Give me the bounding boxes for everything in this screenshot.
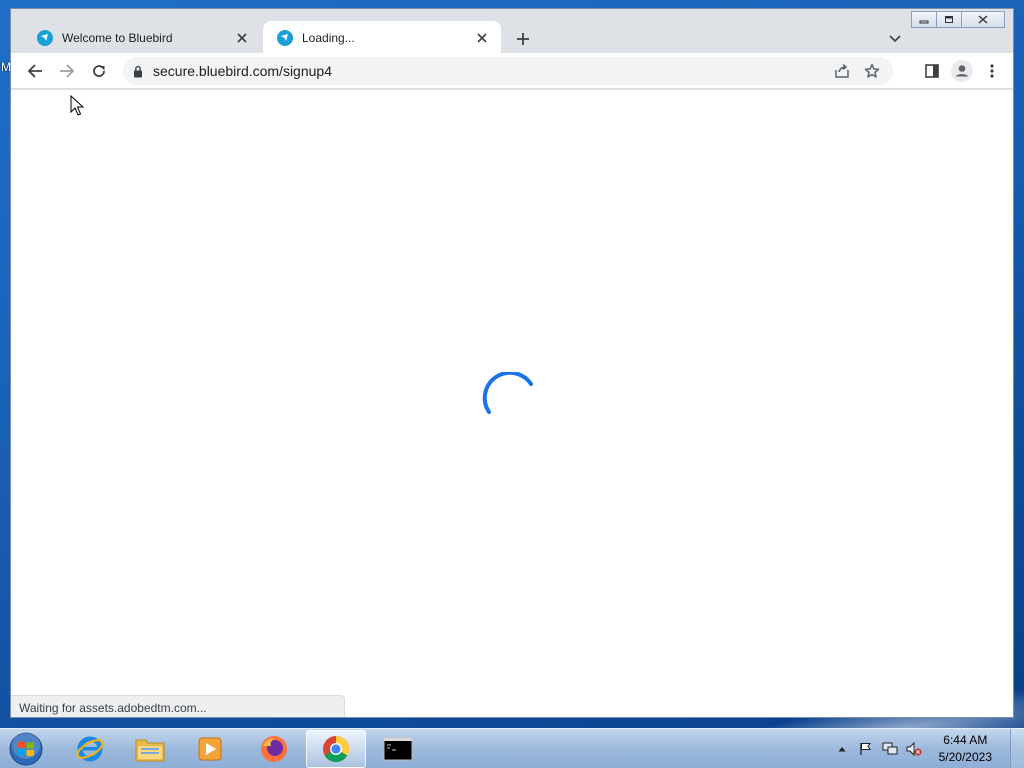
show-hidden-icons-button[interactable]: [833, 740, 851, 758]
command-prompt-icon: [383, 737, 413, 761]
menu-button[interactable]: [977, 57, 1007, 85]
clock-date: 5/20/2023: [938, 750, 992, 764]
network-button[interactable]: [881, 740, 899, 758]
show-desktop-button[interactable]: [1010, 729, 1024, 768]
side-panel-icon: [925, 64, 939, 78]
taskbar-media-player[interactable]: [180, 730, 240, 768]
share-icon: [835, 64, 849, 78]
windows-logo-icon: [9, 732, 43, 766]
clock-time: 6:44 AM: [943, 733, 988, 747]
bookmark-button[interactable]: [857, 57, 887, 85]
browser-window: Welcome to Bluebird Loading... secure.bl…: [10, 8, 1014, 718]
taskbar-chrome[interactable]: [306, 730, 366, 768]
new-tab-button[interactable]: [511, 27, 535, 51]
reload-icon: [93, 64, 105, 77]
chevron-down-icon: [889, 35, 901, 43]
more-vert-icon: [990, 64, 994, 78]
side-panel-button[interactable]: [917, 57, 947, 85]
page-content: Waiting for assets.adobedtm.com...: [11, 90, 1013, 717]
chrome-icon: [323, 736, 350, 763]
forward-button[interactable]: [53, 57, 81, 85]
arrow-right-icon: [60, 63, 75, 78]
network-icon: [882, 742, 898, 755]
firefox-icon: [261, 736, 287, 762]
clock[interactable]: 6:44 AM 5/20/2023: [939, 732, 992, 766]
taskbar-command-prompt[interactable]: [368, 730, 428, 768]
folder-icon: [135, 739, 165, 762]
arrow-left-icon: [27, 63, 42, 78]
close-icon: [237, 32, 247, 43]
taskbar-internet-explorer[interactable]: [60, 730, 120, 768]
browser-toolbar: secure.bluebird.com/signup4: [11, 53, 1013, 89]
star-icon: [864, 63, 880, 78]
tab-close-button[interactable]: [473, 29, 491, 47]
taskbar-firefox[interactable]: [244, 730, 304, 768]
taskbar-file-explorer[interactable]: [120, 730, 180, 768]
close-icon: [477, 32, 487, 43]
toolbar-actions: [917, 57, 1007, 85]
system-tray: 6:44 AM 5/20/2023: [833, 729, 1024, 768]
internet-explorer-icon: [76, 736, 104, 762]
tab-title: Welcome to Bluebird: [62, 30, 173, 45]
avatar-icon: [951, 60, 973, 82]
url-text[interactable]: secure.bluebird.com/signup4: [153, 63, 332, 79]
loading-spinner-icon: [482, 372, 533, 414]
tab-close-button[interactable]: [233, 29, 251, 47]
volume-button[interactable]: [905, 740, 923, 758]
start-button[interactable]: [6, 731, 46, 767]
address-bar[interactable]: secure.bluebird.com/signup4: [123, 57, 893, 85]
tab-search-button[interactable]: [885, 29, 905, 49]
omnibox-actions: [827, 57, 887, 85]
plus-icon: [517, 33, 529, 45]
tab-welcome[interactable]: Welcome to Bluebird: [23, 21, 261, 54]
lock-icon[interactable]: [133, 65, 143, 78]
bluebird-favicon-icon: [37, 29, 53, 46]
tab-loading[interactable]: Loading...: [263, 21, 501, 54]
taskbar: 6:44 AM 5/20/2023: [0, 728, 1024, 768]
share-button[interactable]: [827, 57, 857, 85]
flag-icon: [859, 743, 871, 755]
volume-muted-icon: [906, 742, 922, 756]
media-player-icon: [198, 737, 222, 761]
tab-strip: Welcome to Bluebird Loading...: [11, 13, 1013, 54]
action-center-button[interactable]: [857, 740, 875, 758]
bluebird-favicon-icon: [277, 29, 293, 46]
reload-button[interactable]: [85, 57, 113, 85]
profile-button[interactable]: [947, 57, 977, 85]
back-button[interactable]: [21, 57, 49, 85]
chevron-up-icon: [838, 747, 846, 752]
tab-title: Loading...: [302, 30, 355, 45]
mouse-cursor-icon: [70, 95, 85, 116]
status-bubble: Waiting for assets.adobedtm.com...: [11, 695, 345, 717]
